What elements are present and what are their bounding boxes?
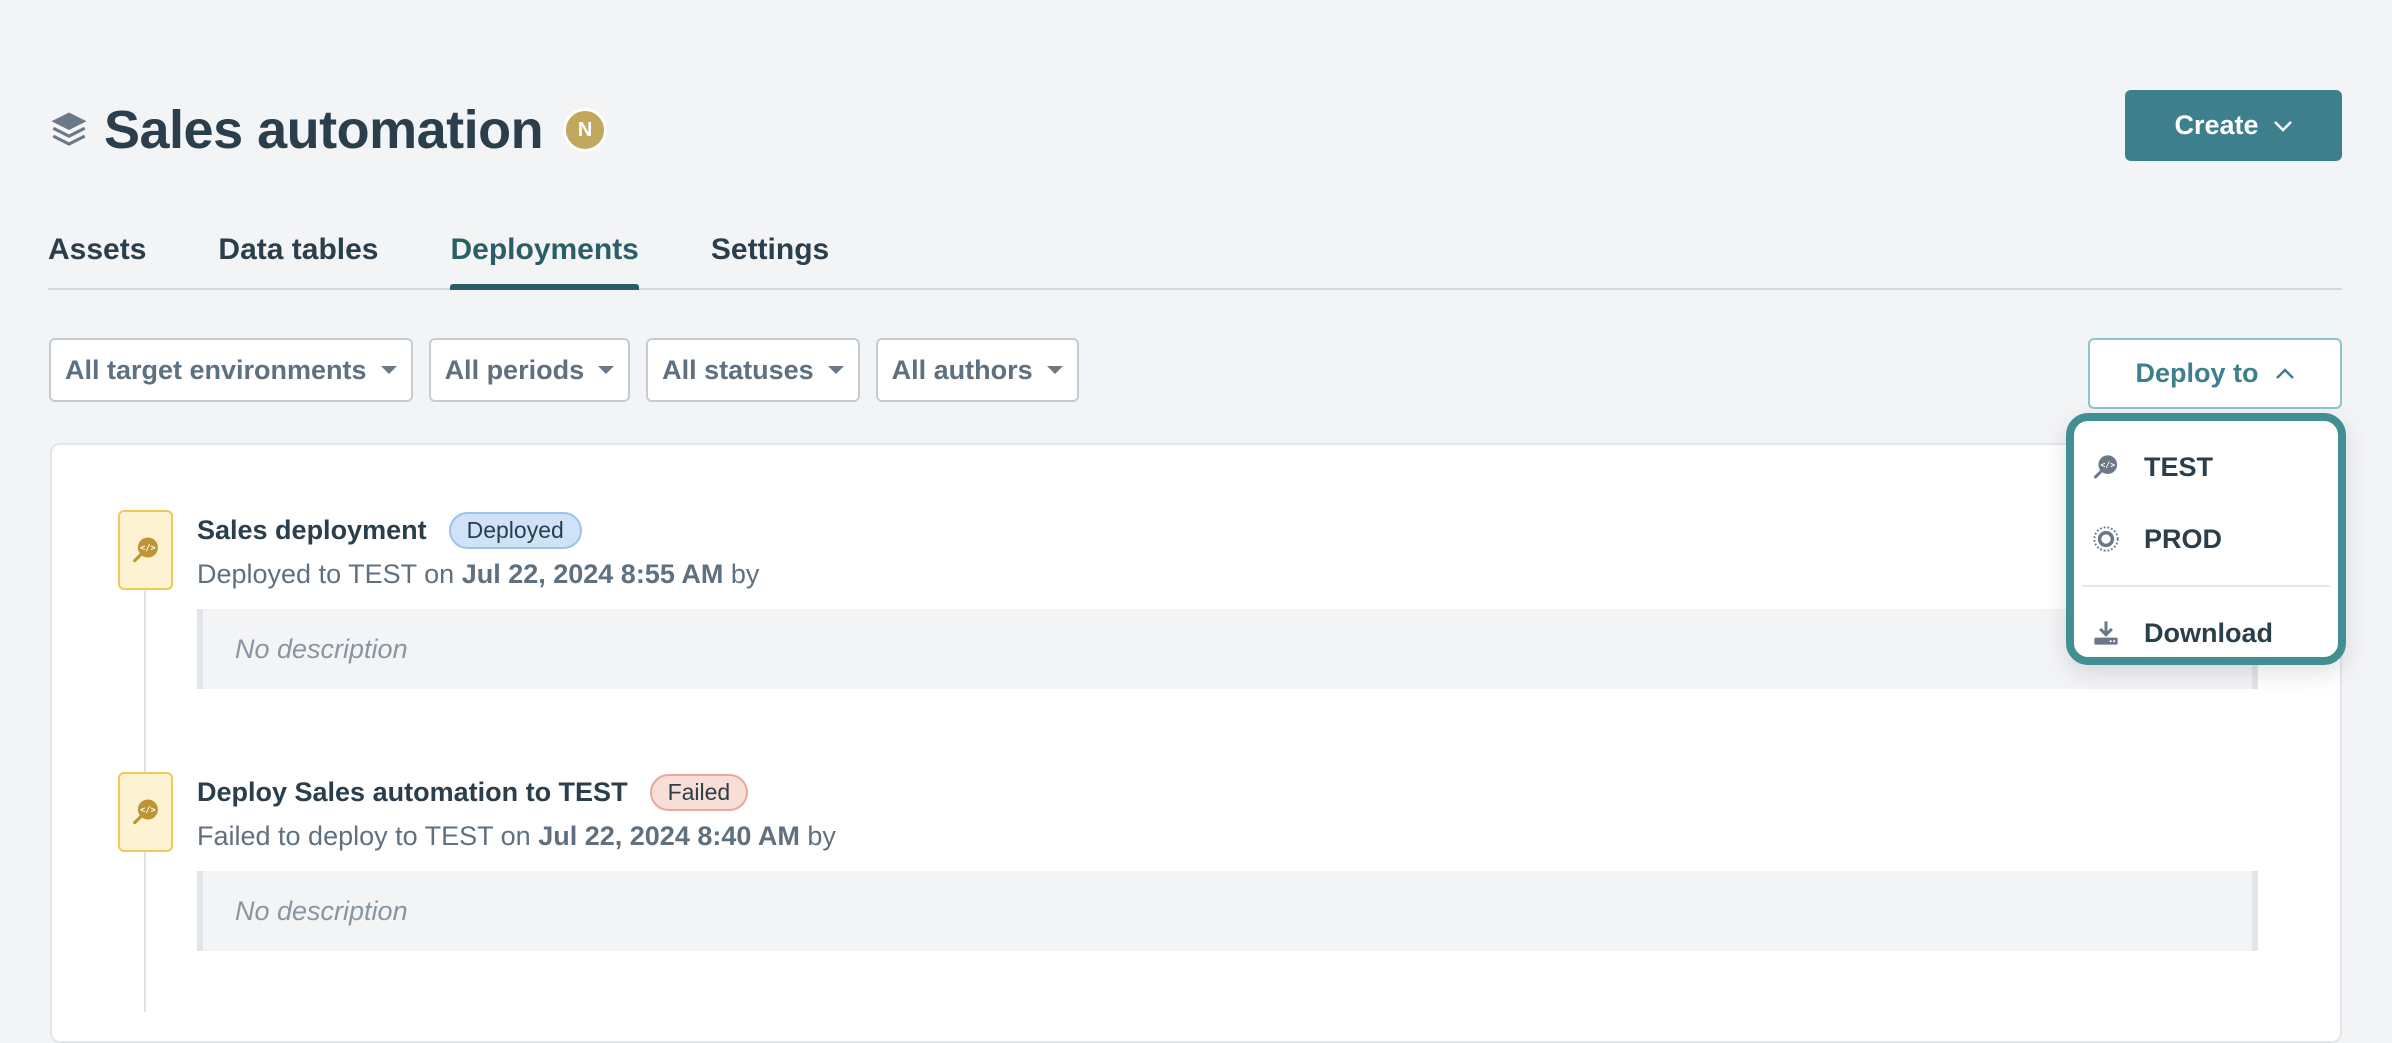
menu-item-test[interactable]: </> TEST	[2074, 431, 2338, 503]
create-button[interactable]: Create	[2125, 90, 2342, 161]
deploy-to-button[interactable]: Deploy to	[2088, 338, 2342, 409]
prod-env-icon	[2093, 526, 2119, 552]
chevron-down-icon	[2273, 120, 2292, 132]
svg-text:</>: </>	[139, 805, 155, 815]
menu-item-prod[interactable]: PROD	[2074, 503, 2338, 575]
code-review-icon: </>	[132, 799, 158, 825]
caret-down-icon	[380, 366, 397, 374]
menu-item-label: TEST	[2144, 451, 2214, 482]
filter-label: All target environments	[65, 354, 367, 385]
deployment-content: Sales deployment Deployed Deployed to TES…	[197, 512, 759, 590]
deploy-to-label: Deploy to	[2135, 358, 2259, 388]
chevron-up-icon	[2275, 367, 2294, 379]
filter-periods[interactable]: All periods	[428, 338, 631, 402]
deployment-description: No description	[197, 871, 2258, 951]
filter-label: All periods	[444, 354, 585, 385]
menu-item-download[interactable]: Download	[2074, 597, 2338, 669]
menu-divider	[2082, 585, 2330, 587]
filter-target-environments[interactable]: All target environments	[49, 338, 413, 402]
tab-bar: Assets Data tables Deployments Settings	[48, 228, 2342, 290]
test-env-icon: </>	[2093, 455, 2118, 479]
tab-deployments[interactable]: Deployments	[450, 228, 640, 290]
caret-down-icon	[1046, 366, 1063, 374]
filter-authors[interactable]: All authors	[875, 338, 1079, 402]
meta-suffix: by	[807, 821, 836, 851]
tab-assets[interactable]: Assets	[48, 228, 146, 288]
menu-item-label: Download	[2144, 617, 2273, 648]
meta-prefix: Failed to deploy to TEST on	[197, 821, 531, 851]
deployment-meta: Failed to deploy to TEST on Jul 22, 2024…	[197, 821, 836, 852]
filter-statuses[interactable]: All statuses	[646, 338, 860, 402]
deployment-description: No description	[197, 609, 2258, 689]
project-stack-icon	[51, 112, 87, 146]
deployment-icon: </>	[118, 510, 173, 590]
create-label: Create	[2174, 110, 2259, 140]
caret-down-icon	[827, 366, 844, 374]
deployment-date: Jul 22, 2024 8:40 AM	[538, 821, 800, 851]
status-badge: Deployed	[448, 512, 582, 549]
status-badge: Failed	[649, 774, 749, 811]
meta-suffix: by	[730, 559, 760, 589]
owner-avatar[interactable]: N	[563, 108, 608, 152]
deployment-date: Jul 22, 2024 8:55 AM	[461, 559, 724, 589]
filter-bar: All target environments All periods All …	[49, 338, 1079, 402]
meta-prefix: Deployed to TEST on	[197, 559, 455, 589]
svg-text:</>: </>	[2100, 459, 2115, 469]
filter-label: All authors	[891, 354, 1033, 385]
caret-down-icon	[598, 366, 615, 374]
download-icon	[2094, 621, 2118, 645]
menu-item-label: PROD	[2144, 523, 2223, 554]
deployment-title[interactable]: Sales deployment	[197, 515, 427, 546]
page-header: Sales automation N	[48, 92, 608, 168]
deployment-item: </>	[118, 772, 173, 852]
page-title: Sales automation	[104, 100, 544, 160]
deploy-to-menu: </> TEST PROD Download	[2066, 413, 2346, 665]
code-review-icon: </>	[132, 537, 158, 563]
deployment-content: Deploy Sales automation to TEST Failed Fa…	[197, 774, 836, 852]
deployment-meta: Deployed to TEST on Jul 22, 2024 8:55 AM…	[197, 559, 759, 590]
deployment-title[interactable]: Deploy Sales automation to TEST	[197, 777, 628, 808]
tab-settings[interactable]: Settings	[711, 228, 829, 288]
deployment-item: </>	[118, 510, 173, 590]
tab-data-tables[interactable]: Data tables	[218, 228, 378, 288]
svg-text:</>: </>	[139, 543, 155, 553]
filter-label: All statuses	[662, 354, 814, 385]
deployment-icon: </>	[118, 772, 173, 852]
